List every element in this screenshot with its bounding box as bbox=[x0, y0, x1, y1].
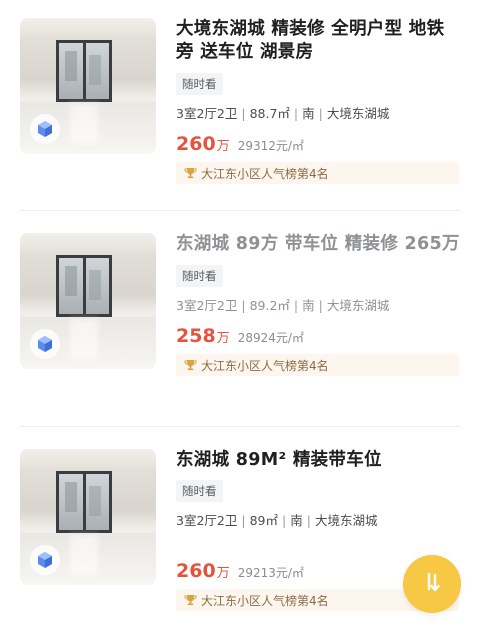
listing-meta: 3室2厅2卫 | 88.7㎡ | 南 | 大境东湖城 bbox=[176, 106, 390, 121]
unit-price: 28924元/㎡ bbox=[237, 331, 304, 345]
trophy-icon bbox=[184, 167, 197, 179]
sort-icon bbox=[420, 570, 444, 598]
viewing-tag: 随时看 bbox=[176, 265, 223, 287]
vr-tour-icon[interactable] bbox=[30, 545, 60, 575]
total-price: 260 bbox=[176, 560, 216, 582]
unit-price: 29213元/㎡ bbox=[237, 566, 304, 580]
layout-text: 3室2厅2卫 bbox=[176, 513, 238, 528]
area-text: 89㎡ bbox=[249, 513, 278, 528]
listing-photo[interactable] bbox=[20, 233, 156, 369]
popularity-rank-badge[interactable]: 大江东小区人气榜第4名 bbox=[176, 354, 459, 376]
rank-text: 大江东小区人气榜第4名 bbox=[201, 593, 329, 608]
community-text: 大境东湖城 bbox=[314, 513, 378, 528]
vr-tour-icon[interactable] bbox=[30, 329, 60, 359]
popularity-rank-badge[interactable]: 大江东小区人气榜第4名 bbox=[176, 162, 459, 184]
listing-meta: 3室2厅2卫 | 89㎡ | 南 | 大境东湖城 bbox=[176, 513, 378, 528]
layout-text: 3室2厅2卫 bbox=[176, 106, 238, 121]
price-row: 260 万 29312元/㎡ bbox=[176, 133, 460, 155]
orientation-text: 南 bbox=[302, 298, 315, 313]
price-unit: 万 bbox=[216, 566, 230, 581]
orientation-text: 南 bbox=[290, 513, 303, 528]
listing-card[interactable]: 大境东湖城 精装修 全明户型 地铁旁 送车位 湖景房 随时看 3室2厅2卫 | 88… bbox=[0, 0, 480, 205]
price-unit: 万 bbox=[216, 139, 230, 154]
total-price: 260 bbox=[176, 133, 216, 155]
viewing-tag: 随时看 bbox=[176, 73, 223, 95]
divider bbox=[20, 210, 460, 211]
trophy-icon bbox=[184, 359, 197, 371]
sort-button[interactable] bbox=[403, 555, 461, 613]
listing-title[interactable]: 大境东湖城 精装修 全明户型 地铁旁 送车位 湖景房 bbox=[176, 18, 460, 64]
community-text: 大境东湖城 bbox=[326, 106, 390, 121]
price-row: 258 万 28924元/㎡ bbox=[176, 325, 460, 347]
community-text: 大境东湖城 bbox=[326, 298, 390, 313]
listing-title[interactable]: 东湖城 89M² 精装带车位 bbox=[176, 449, 460, 472]
divider bbox=[20, 426, 460, 427]
area-text: 88.7㎡ bbox=[249, 106, 290, 121]
listing-photo[interactable] bbox=[20, 449, 156, 585]
rank-text: 大江东小区人气榜第4名 bbox=[201, 166, 329, 181]
orientation-text: 南 bbox=[302, 106, 315, 121]
vr-tour-icon[interactable] bbox=[30, 114, 60, 144]
listing-meta: 3室2厅2卫 | 89.2㎡ | 南 | 大境东湖城 bbox=[176, 298, 390, 313]
listing-card[interactable]: 东湖城 89方 带车位 精装修 265万 随时看 3室2厅2卫 | 89.2㎡ | 南 |… bbox=[0, 215, 480, 420]
layout-text: 3室2厅2卫 bbox=[176, 298, 238, 313]
rank-text: 大江东小区人气榜第4名 bbox=[201, 358, 329, 373]
area-text: 89.2㎡ bbox=[249, 298, 290, 313]
price-unit: 万 bbox=[216, 331, 230, 346]
listing-photo[interactable] bbox=[20, 18, 156, 154]
trophy-icon bbox=[184, 594, 197, 606]
unit-price: 29312元/㎡ bbox=[237, 139, 304, 153]
viewing-tag: 随时看 bbox=[176, 480, 223, 502]
listing-title[interactable]: 东湖城 89方 带车位 精装修 265万 bbox=[176, 233, 460, 256]
total-price: 258 bbox=[176, 325, 216, 347]
